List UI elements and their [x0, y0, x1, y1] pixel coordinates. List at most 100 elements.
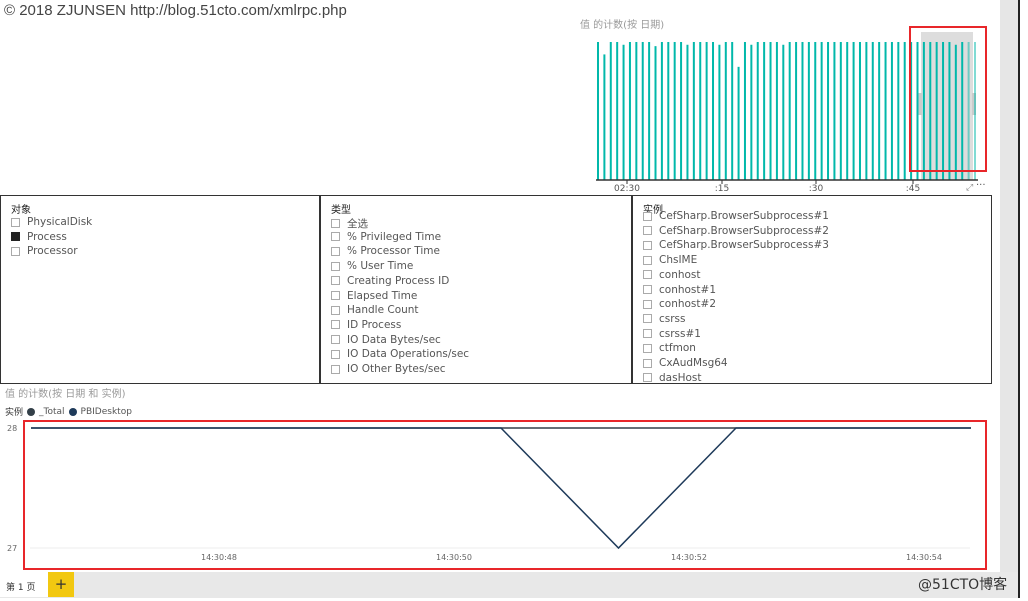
checkbox[interactable]: [331, 364, 340, 374]
checkbox[interactable]: [331, 291, 340, 300]
bar: [814, 42, 817, 180]
slicer-item[interactable]: IO Data Bytes/sec: [331, 334, 441, 346]
bar: [597, 42, 599, 180]
checkbox[interactable]: [331, 335, 340, 345]
checkbox[interactable]: [643, 285, 652, 294]
bar: [820, 42, 823, 180]
line-chart-title: 值 的计数(按 日期 和 实例): [5, 389, 126, 400]
bar: [609, 42, 612, 180]
slicer-item[interactable]: conhost#2: [643, 298, 716, 310]
checkbox[interactable]: [11, 217, 20, 227]
checkbox[interactable]: [643, 211, 652, 221]
bar: [724, 42, 727, 180]
checkbox[interactable]: [11, 232, 20, 242]
bar: [865, 42, 868, 180]
slicer-item[interactable]: Handle Count: [331, 304, 419, 316]
slicer-item[interactable]: 全选: [331, 216, 368, 231]
bar: [648, 42, 651, 180]
slicer-item[interactable]: Creating Process ID: [331, 275, 449, 287]
slicer-item[interactable]: ctfmon: [643, 342, 696, 354]
checkbox[interactable]: [331, 219, 340, 228]
more-options-icon: ···: [976, 180, 986, 191]
checkbox[interactable]: [643, 270, 652, 280]
bar: [827, 42, 830, 180]
checkbox[interactable]: [331, 276, 340, 286]
slicer-item[interactable]: CefSharp.BrowserSubprocess#2: [643, 225, 829, 237]
slicer-item-label: IO Data Operations/sec: [347, 348, 470, 361]
bar: [807, 42, 810, 180]
bar: [858, 42, 861, 180]
slicer-item[interactable]: Elapsed Time: [331, 290, 417, 302]
slicer-item-label: PhysicalDisk: [27, 216, 93, 228]
slicer-item[interactable]: csrss: [643, 313, 686, 325]
checkbox[interactable]: [331, 261, 340, 271]
checkbox[interactable]: [643, 373, 652, 383]
slicer-item[interactable]: conhost#1: [643, 284, 716, 296]
bar: [922, 42, 925, 180]
bar: [935, 42, 938, 180]
bar: [846, 42, 849, 180]
x-tick-label: :30: [809, 184, 824, 194]
bar: [718, 44, 721, 180]
slicer-item-label: ID Process: [347, 318, 402, 331]
checkbox[interactable]: [331, 246, 340, 256]
x-tick-label: 14:30:52: [671, 553, 707, 562]
slicer-item[interactable]: conhost: [643, 269, 701, 281]
checkbox[interactable]: [331, 232, 340, 242]
checkbox[interactable]: [643, 226, 652, 236]
checkbox[interactable]: [643, 314, 652, 324]
slicer-item[interactable]: IO Other Bytes/sec: [331, 363, 446, 375]
checkbox[interactable]: [643, 240, 652, 250]
checkbox[interactable]: [643, 358, 652, 368]
slicer-item[interactable]: Process: [11, 231, 67, 243]
slicer-item[interactable]: CefSharp.BrowserSubprocess#3: [643, 239, 829, 251]
tab-page-1[interactable]: 第 1 页: [0, 572, 48, 597]
slicer-item-label: csrss#1: [659, 327, 701, 340]
slicer-item[interactable]: CefSharp.BrowserSubprocess#1: [643, 210, 829, 222]
bar: [750, 44, 753, 180]
bar: [699, 42, 702, 180]
slicer-item-label: CxAudMsg64: [659, 357, 728, 369]
bar: [628, 42, 631, 180]
bar: [680, 42, 683, 180]
slicer-item-label: Creating Process ID: [347, 274, 450, 287]
bar: [903, 42, 906, 180]
slicer-item[interactable]: PhysicalDisk: [11, 216, 92, 228]
slicer-item[interactable]: Processor: [11, 245, 78, 257]
slicer-title: 类型: [331, 205, 351, 216]
series-line-pbidesktop: [31, 427, 971, 550]
bar: [763, 42, 766, 180]
slicer-item[interactable]: ID Process: [331, 319, 401, 331]
focus-mode-icon: ⤢: [965, 183, 973, 193]
bar: [743, 42, 746, 180]
bar: [948, 42, 951, 180]
checkbox[interactable]: [11, 246, 20, 256]
slicer-item[interactable]: IO Data Operations/sec: [331, 348, 469, 360]
slicer-item[interactable]: % Privileged Time: [331, 231, 441, 243]
checkbox[interactable]: [643, 299, 652, 309]
checkbox[interactable]: [643, 329, 652, 339]
checkbox[interactable]: [643, 343, 652, 353]
line-chart[interactable]: 28 27 14:30:48 14:30:50 14:30:52 14:30:54: [0, 415, 1000, 575]
bar: [942, 42, 945, 180]
checkbox[interactable]: [331, 305, 340, 315]
checkbox[interactable]: [331, 349, 340, 359]
bar: [954, 44, 957, 180]
slicer-item[interactable]: CxAudMsg64: [643, 357, 728, 369]
x-tick-label: 02:30: [614, 184, 640, 194]
slicer-item[interactable]: % User Time: [331, 260, 413, 272]
slicer-item-label: Handle Count: [347, 304, 419, 317]
slicer-item[interactable]: csrss#1: [643, 328, 701, 340]
add-page-button[interactable]: +: [48, 572, 74, 597]
bar: [890, 42, 893, 180]
watermark: © 2018 ZJUNSEN http://blog.51cto.com/xml…: [4, 2, 347, 19]
slicer-item[interactable]: ChsIME: [643, 254, 697, 266]
bar: [705, 42, 708, 180]
bar-chart[interactable]: 02:30:15:30:45 ⤢ ···: [590, 25, 1000, 195]
page-tab-bar: [0, 572, 1018, 598]
slicer-item[interactable]: % Processor Time: [331, 245, 440, 257]
slicer-item[interactable]: dasHost: [643, 372, 701, 383]
checkbox[interactable]: [331, 320, 340, 330]
checkbox[interactable]: [643, 255, 652, 265]
bar: [660, 42, 663, 180]
